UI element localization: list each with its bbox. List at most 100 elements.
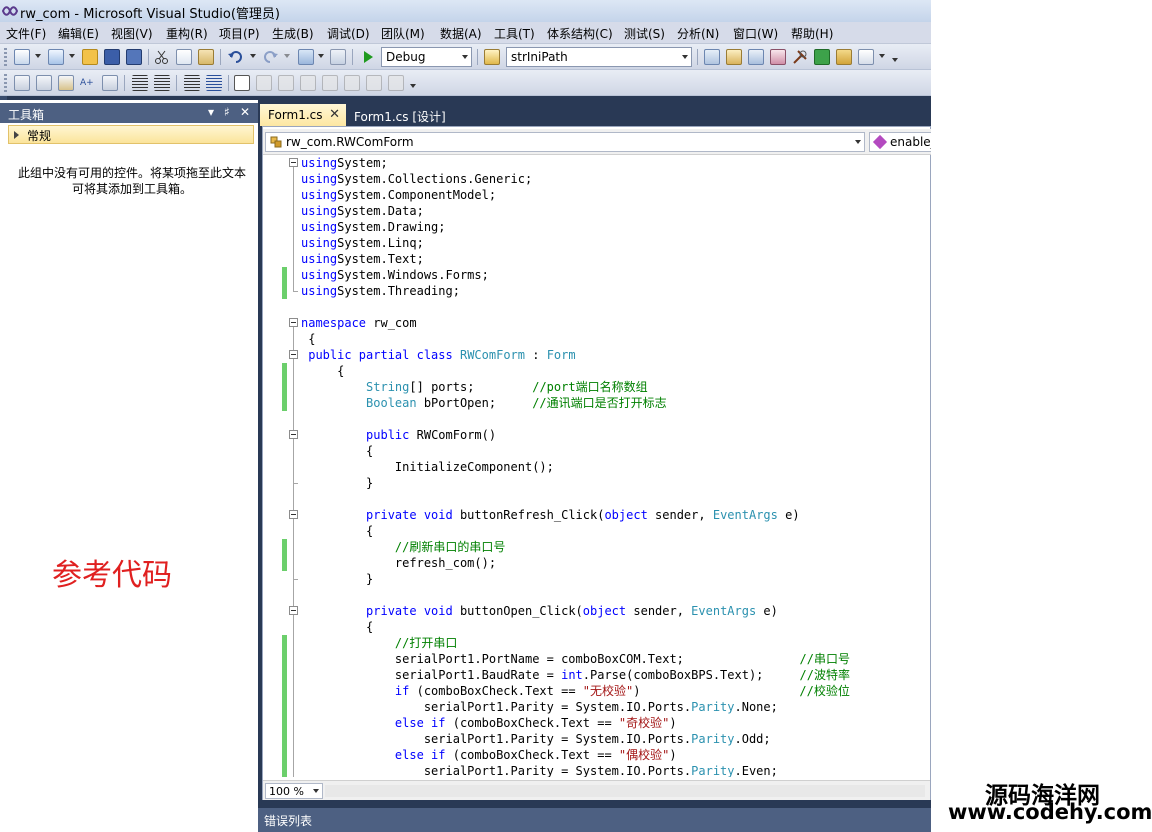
toolbox-window-icon[interactable]: [770, 49, 786, 65]
class-view-icon[interactable]: [836, 49, 852, 65]
next-bookmark-icon[interactable]: [278, 75, 294, 91]
horizontal-scrollbar[interactable]: [325, 785, 925, 797]
format-document-icon[interactable]: [102, 75, 118, 91]
toolbar-grip[interactable]: [4, 74, 7, 92]
code-token: System.ComponentModel;: [337, 188, 497, 202]
menu-item[interactable]: 窗口(W): [733, 25, 778, 42]
toolbox-group-general[interactable]: 常规: [8, 125, 254, 144]
navigate-backward-icon[interactable]: [298, 49, 314, 65]
tools-icon[interactable]: [792, 49, 808, 65]
code-token: sender,: [626, 604, 692, 618]
solution-configuration-select[interactable]: Debug: [381, 47, 472, 67]
menu-item[interactable]: 数据(A): [440, 25, 482, 42]
start-debugging-icon[interactable]: [360, 49, 376, 65]
undo-icon[interactable]: [228, 49, 244, 65]
toggle-bookmark-icon[interactable]: [234, 75, 250, 91]
find-in-files-icon[interactable]: [484, 49, 500, 65]
decrease-indent-icon[interactable]: [132, 75, 148, 91]
paste-icon[interactable]: [198, 49, 214, 65]
visual-studio-window: rw_com - Microsoft Visual Studio(管理员) 文件…: [0, 0, 931, 832]
next-bookmark-in-document-icon[interactable]: [366, 75, 382, 91]
parameter-info-icon[interactable]: [36, 75, 52, 91]
comment-out-icon[interactable]: [184, 75, 200, 91]
collapse-region-icon[interactable]: [289, 318, 298, 327]
menu-item[interactable]: 测试(S): [624, 25, 665, 42]
save-all-icon[interactable]: [126, 49, 142, 65]
find-combo[interactable]: strIniPath: [506, 47, 692, 67]
cut-icon[interactable]: [154, 49, 170, 65]
next-bookmark-in-folder-icon[interactable]: [322, 75, 338, 91]
zoom-select[interactable]: 100 %: [265, 783, 323, 799]
menu-item[interactable]: 文件(F): [6, 25, 46, 42]
save-icon[interactable]: [104, 49, 120, 65]
collapse-region-icon[interactable]: [289, 158, 298, 167]
menu-item[interactable]: 视图(V): [111, 25, 153, 42]
dropdown-arrow-icon[interactable]: [250, 54, 256, 58]
toolbar-separator: [352, 49, 353, 65]
properties-window-icon[interactable]: [726, 49, 742, 65]
close-icon[interactable]: ✕: [240, 105, 250, 119]
menu-item[interactable]: 分析(N): [677, 25, 719, 42]
complete-word-icon[interactable]: A+: [80, 75, 96, 91]
menu-item[interactable]: 工具(T): [494, 25, 535, 42]
tab-form1-design[interactable]: Form1.cs [设计]: [346, 104, 456, 126]
pin-icon[interactable]: ♯: [224, 105, 230, 119]
toolbar-options-icon[interactable]: [892, 58, 898, 62]
dropdown-arrow-icon[interactable]: [35, 54, 41, 58]
toolbar-grip[interactable]: [4, 48, 7, 66]
collapse-region-icon[interactable]: [289, 350, 298, 359]
close-icon[interactable]: ✕: [329, 107, 340, 122]
collapse-triangle-icon[interactable]: [14, 131, 19, 139]
increase-indent-icon[interactable]: [154, 75, 170, 91]
navigate-forward-icon[interactable]: [330, 49, 346, 65]
dropdown-arrow-icon[interactable]: [284, 54, 290, 58]
menu-item[interactable]: 编辑(E): [58, 25, 99, 42]
chevron-down-icon[interactable]: [462, 55, 468, 59]
menu-item[interactable]: 体系结构(C): [547, 25, 613, 42]
previous-bookmark-in-document-icon[interactable]: [344, 75, 360, 91]
collapse-region-icon[interactable]: [289, 430, 298, 439]
dropdown-arrow-icon[interactable]: [879, 54, 885, 58]
menu-item[interactable]: 项目(P): [219, 25, 260, 42]
solution-explorer-icon[interactable]: [704, 49, 720, 65]
member-select[interactable]: enable_: [869, 132, 931, 152]
collapse-region-icon[interactable]: [289, 510, 298, 519]
extension-manager-icon[interactable]: [814, 49, 830, 65]
error-list-panel-header[interactable]: 错误列表: [258, 808, 931, 832]
chevron-down-icon[interactable]: [855, 140, 861, 144]
code-line: //刷新串口的串口号: [301, 539, 505, 555]
code-token: namespace: [301, 316, 367, 330]
previous-bookmark-in-folder-icon[interactable]: [300, 75, 316, 91]
code-token: bPortOpen;: [416, 396, 533, 410]
display-object-member-list-icon[interactable]: [14, 75, 30, 91]
dropdown-arrow-icon[interactable]: [318, 54, 324, 58]
new-project-icon[interactable]: [14, 49, 30, 65]
code-line: else if (comboBoxCheck.Text == "偶校验"): [301, 747, 677, 763]
collapse-region-icon[interactable]: [289, 606, 298, 615]
start-page-icon[interactable]: [858, 49, 874, 65]
chevron-down-icon[interactable]: [682, 55, 688, 59]
menu-item[interactable]: 调试(D): [327, 25, 370, 42]
chevron-down-icon[interactable]: [313, 789, 319, 793]
object-browser-icon[interactable]: [748, 49, 764, 65]
toolbar-options-icon[interactable]: [410, 84, 416, 88]
code-text-area[interactable]: usingSystem; usingSystem.Collections.Gene…: [263, 155, 930, 777]
copy-icon[interactable]: [176, 49, 192, 65]
window-position-icon[interactable]: ▾: [208, 105, 214, 119]
uncomment-icon[interactable]: [206, 75, 222, 91]
menu-item[interactable]: 帮助(H): [791, 25, 833, 42]
code-token: "偶校验": [618, 748, 670, 762]
dropdown-arrow-icon[interactable]: [69, 54, 75, 58]
quick-info-icon[interactable]: [58, 75, 74, 91]
add-item-icon[interactable]: [48, 49, 64, 65]
clear-bookmarks-icon[interactable]: [388, 75, 404, 91]
code-line: {: [301, 523, 373, 539]
redo-icon[interactable]: [262, 49, 278, 65]
previous-bookmark-icon[interactable]: [256, 75, 272, 91]
tab-form1-cs[interactable]: Form1.cs ✕: [260, 104, 346, 126]
menu-item[interactable]: 团队(M): [381, 25, 425, 42]
open-folder-icon[interactable]: [82, 49, 98, 65]
menu-item[interactable]: 重构(R): [166, 25, 208, 42]
class-select[interactable]: rw_com.RWComForm: [265, 132, 865, 152]
menu-item[interactable]: 生成(B): [272, 25, 314, 42]
